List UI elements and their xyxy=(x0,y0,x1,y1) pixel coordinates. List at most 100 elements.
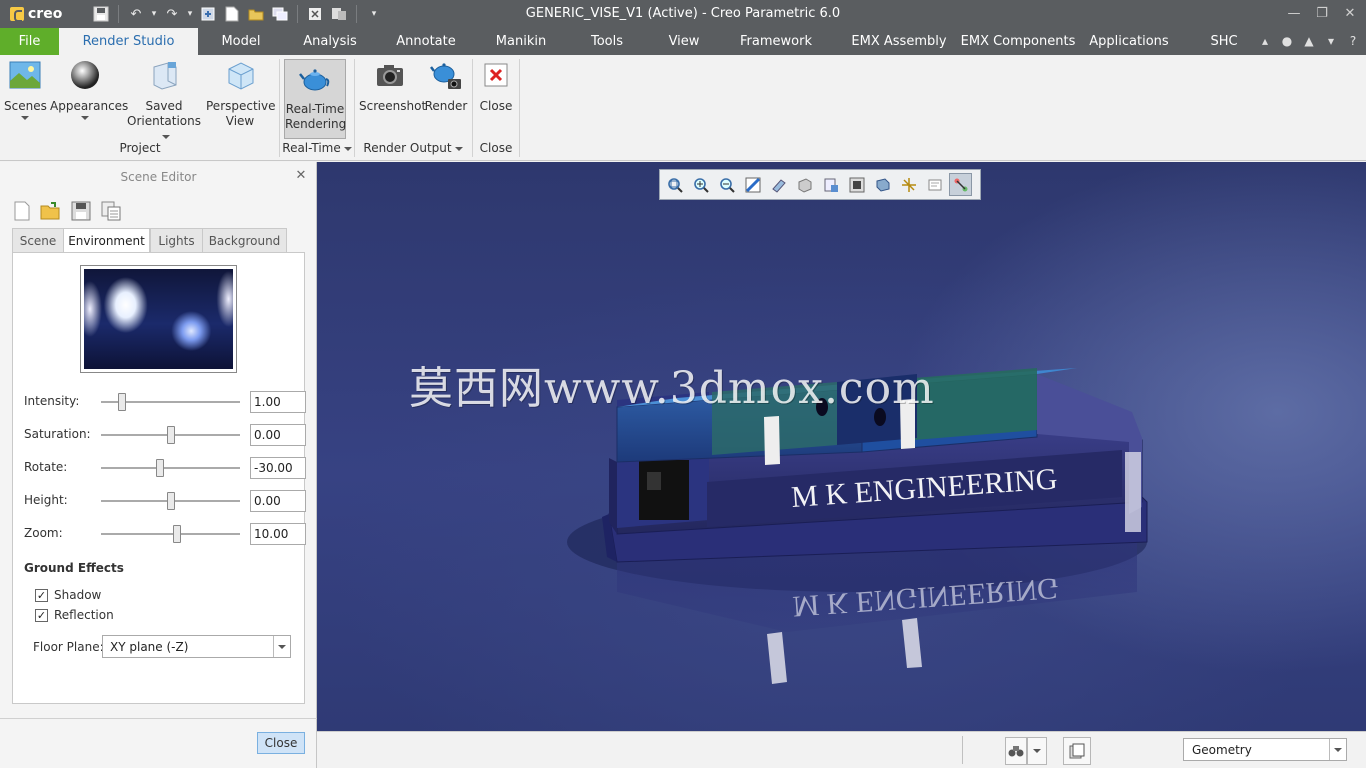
graphics-toolbar xyxy=(659,169,981,200)
environment-preview[interactable] xyxy=(80,265,237,373)
zoom-slider-thumb[interactable] xyxy=(173,525,181,543)
panel-close-icon[interactable]: ✕ xyxy=(294,169,308,183)
tab-lights[interactable]: Lights xyxy=(150,228,203,253)
switch-windows-icon[interactable] xyxy=(328,4,350,24)
perspective-view-button[interactable]: Perspective View xyxy=(206,59,276,129)
height-slider[interactable] xyxy=(101,492,240,510)
tab-framework[interactable]: Framework xyxy=(720,28,832,55)
tab-emx-components[interactable]: EMX Components xyxy=(957,28,1079,55)
tab-analysis[interactable]: Analysis xyxy=(284,28,376,55)
tab-model[interactable]: Model xyxy=(198,28,284,55)
open-file-icon[interactable] xyxy=(245,4,267,24)
height-input[interactable]: 0.00 xyxy=(250,490,306,512)
intensity-input[interactable]: 1.00 xyxy=(250,391,306,413)
tab-environment[interactable]: Environment xyxy=(63,228,150,253)
customize-qat-icon[interactable]: ▾ xyxy=(363,4,385,24)
intensity-slider-thumb[interactable] xyxy=(118,393,126,411)
find-icon[interactable] xyxy=(1005,737,1027,765)
close-window-icon[interactable] xyxy=(304,4,326,24)
selection-filter-icon[interactable] xyxy=(1063,737,1091,765)
scene-editor-close-button[interactable]: Close xyxy=(257,732,305,754)
zoom-out-icon[interactable] xyxy=(715,173,738,196)
restore-icon[interactable]: ❐ xyxy=(1312,3,1332,23)
zoom-in-icon[interactable] xyxy=(689,173,712,196)
saturation-slider[interactable] xyxy=(101,426,240,444)
appearances-button[interactable]: Appearances xyxy=(50,59,128,120)
undo-dropdown-icon[interactable]: ▾ xyxy=(149,4,159,24)
chevron-down-icon[interactable] xyxy=(273,636,290,657)
tab-emx-assembly[interactable]: EMX Assembly xyxy=(843,28,955,55)
rotate-input[interactable]: -30.00 xyxy=(250,457,306,479)
help-icon[interactable]: ? xyxy=(1346,32,1360,50)
qat-separator xyxy=(356,5,357,23)
reflection-checkbox[interactable]: ✓ Reflection xyxy=(35,608,175,624)
scene-editor-title: Scene Editor xyxy=(120,170,197,184)
saturation-input[interactable]: 0.00 xyxy=(250,424,306,446)
intensity-slider[interactable] xyxy=(101,393,240,411)
tab-shc[interactable]: SHC xyxy=(1200,28,1248,55)
height-slider-thumb[interactable] xyxy=(167,492,175,510)
tab-background[interactable]: Background xyxy=(202,228,287,253)
annotation-display-icon[interactable] xyxy=(923,173,946,196)
new-file-icon[interactable] xyxy=(221,4,243,24)
new-scene-icon[interactable] xyxy=(11,200,33,222)
tab-scene[interactable]: Scene xyxy=(12,228,64,253)
group-realtime-label[interactable]: Real-Time xyxy=(280,141,354,155)
save-scene-icon[interactable] xyxy=(70,200,92,222)
reflection-label: Reflection xyxy=(54,608,114,622)
shadow-checkbox[interactable]: ✓ Shadow xyxy=(35,588,175,604)
undo-icon[interactable]: ↶ xyxy=(125,4,147,24)
reflection-check-icon[interactable]: ✓ xyxy=(35,609,48,622)
datum-display-icon[interactable] xyxy=(897,173,920,196)
tab-annotate[interactable]: Annotate xyxy=(376,28,476,55)
saved-orientations-label-1: Saved xyxy=(145,99,183,113)
save-icon[interactable] xyxy=(90,4,112,24)
render-button[interactable]: Render xyxy=(424,59,468,114)
graphics-viewport[interactable]: M K ENGINEERING M K ENGINEERING 莫西网www.3… xyxy=(317,162,1366,731)
close-render-studio-button[interactable]: Close xyxy=(476,59,516,114)
rotate-slider[interactable] xyxy=(101,459,240,477)
rotate-slider-thumb[interactable] xyxy=(156,459,164,477)
tab-applications[interactable]: Applications xyxy=(1085,28,1173,55)
options-dropdown-icon[interactable]: ▾ xyxy=(1324,32,1338,50)
saved-views-icon[interactable] xyxy=(819,173,842,196)
repaint-icon[interactable] xyxy=(741,173,764,196)
chevron-down-icon[interactable] xyxy=(1329,739,1346,760)
shadow-check-icon[interactable]: ✓ xyxy=(35,589,48,602)
spin-center-icon[interactable] xyxy=(949,173,972,196)
refit-icon[interactable] xyxy=(663,173,686,196)
minimize-icon[interactable]: — xyxy=(1284,3,1304,23)
selection-filter-select[interactable]: Geometry xyxy=(1183,738,1347,761)
real-time-rendering-button[interactable]: Real-Time Rendering xyxy=(284,59,346,139)
regenerate-icon[interactable] xyxy=(197,4,219,24)
open-scene-icon[interactable] xyxy=(39,200,61,222)
find-dropdown-icon[interactable] xyxy=(1027,737,1047,765)
bulb-icon[interactable]: ● xyxy=(1280,32,1294,50)
windows-icon[interactable] xyxy=(269,4,291,24)
tab-manikin[interactable]: Manikin xyxy=(476,28,566,55)
scenes-button[interactable]: Scenes xyxy=(4,59,47,120)
learning-icon[interactable]: ▲ xyxy=(1302,32,1316,50)
redo-dropdown-icon[interactable]: ▾ xyxy=(185,4,195,24)
tab-file[interactable]: File xyxy=(0,28,59,55)
selection-filter-value: Geometry xyxy=(1192,743,1252,757)
tab-view[interactable]: View xyxy=(648,28,720,55)
saturation-slider-thumb[interactable] xyxy=(167,426,175,444)
floor-plane-select[interactable]: XY plane (-Z) xyxy=(102,635,291,658)
display-style-icon[interactable] xyxy=(793,173,816,196)
redo-icon[interactable]: ↷ xyxy=(161,4,183,24)
tab-tools[interactable]: Tools xyxy=(566,28,648,55)
save-as-scene-icon[interactable] xyxy=(100,200,122,222)
minimize-ribbon-icon[interactable]: ▴ xyxy=(1258,32,1272,50)
zoom-slider[interactable] xyxy=(101,525,240,543)
saved-orientations-button[interactable]: Saved Orientations xyxy=(124,59,204,144)
section-icon[interactable] xyxy=(871,173,894,196)
zoom-input[interactable]: 10.00 xyxy=(250,523,306,545)
screenshot-button[interactable]: Screenshot xyxy=(359,59,426,114)
tab-render-studio[interactable]: Render Studio xyxy=(59,28,198,55)
vise-model[interactable]: M K ENGINEERING M K ENGINEERING xyxy=(317,162,1366,731)
view-manager-icon[interactable] xyxy=(845,173,868,196)
perspective-icon[interactable] xyxy=(767,173,790,196)
close-icon[interactable]: ✕ xyxy=(1340,3,1360,23)
group-render-output-label[interactable]: Render Output xyxy=(354,141,472,155)
